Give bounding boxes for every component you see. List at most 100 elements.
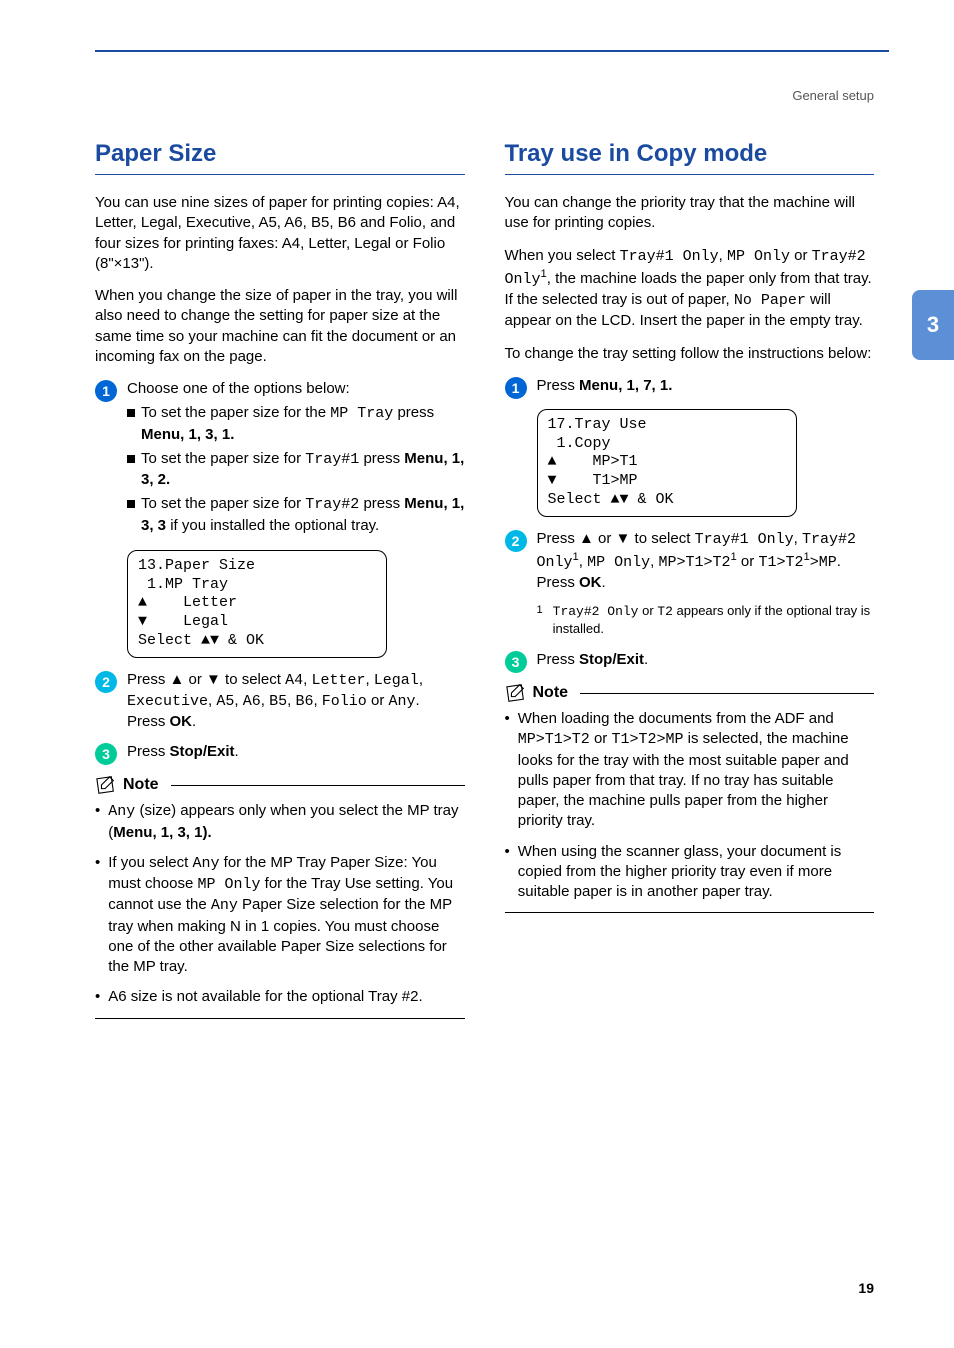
seq: , 1, 3, 1. [180,426,234,443]
step-badge-2: 2 [95,671,117,693]
t: , [579,553,587,570]
t: When loading the documents from the ADF … [518,710,834,727]
t: or [590,730,612,747]
code: MP Tray [330,405,393,422]
rule [95,1018,465,1019]
paragraph: When you select Tray#1 Only, MP Only or … [505,246,875,332]
code: A6 [243,693,261,710]
square-bullet-icon [127,500,135,508]
t: . [602,574,606,591]
sub-item: To set the paper size for Tray#2 press M… [127,494,465,536]
t: . [644,651,648,668]
right-column: Tray use in Copy mode You can change the… [505,140,875,1019]
t: . [192,713,196,730]
note-item: • Any (size) appears only when you selec… [95,801,465,843]
t: To set the paper size for [141,450,305,467]
code: Executive [127,693,208,710]
code: MP Only [587,554,650,571]
code: Any [108,803,135,820]
t: If you select [108,854,192,871]
t: or [367,692,389,709]
square-bullet-icon [127,455,135,463]
paragraph: To change the tray setting follow the in… [505,344,875,364]
seq: , 1, 3, 1). [152,824,211,841]
breadcrumb: General setup [792,88,874,103]
note-icon [95,775,117,795]
page-number: 19 [858,1280,874,1296]
t: Press ▲ or ▼ to select [127,671,285,688]
t: , [719,247,727,264]
t: or [790,247,812,264]
t: Press [127,713,170,730]
left-column: Paper Size You can use nine sizes of pap… [95,140,465,1019]
chapter-tab: 3 [912,290,954,360]
t: When using the scanner glass, your docum… [518,842,874,903]
code: B5 [269,693,287,710]
stop-exit-key: Stop/Exit [170,743,235,760]
menu-key: Menu [404,495,443,512]
code: Tray#1 Only [695,531,794,548]
code: A4 [285,672,303,689]
code: Folio [322,693,367,710]
code: Any [389,693,416,710]
t: Press [127,743,170,760]
code: Any [192,855,219,872]
step-2: 2 Press ▲ or ▼ to select A4, Letter, Leg… [95,670,465,733]
menu-key: Menu [404,450,443,467]
ok-key: OK [170,713,193,730]
note-block: Note • When loading the documents from t… [505,683,875,913]
code: Legal [374,672,419,689]
note-item: • A6 size is not available for the optio… [95,987,465,1007]
top-rule [95,50,889,52]
rule [171,785,465,786]
step-3: 3 Press Stop/Exit. [505,650,875,673]
t: When you select [505,247,620,264]
t: . [235,743,239,760]
code: MP [819,554,837,571]
t: press [359,450,404,467]
menu-key: Menu [579,377,618,394]
footnote-number: 1 [537,603,543,638]
step-badge-2: 2 [505,530,527,552]
code: MP>T1>T2 [658,554,730,571]
section-title-paper-size: Paper Size [95,140,465,175]
code: MP>T1>T2 [518,731,590,748]
code: No Paper [734,292,806,309]
t: if you installed the optional tray. [166,517,379,534]
code: Tray#1 [305,451,359,468]
t: , [794,530,802,547]
code: Tray#2 Only [553,604,639,619]
code: T2 [657,604,673,619]
code: Tray#2 [305,496,359,513]
t: Press ▲ or ▼ to select [537,530,695,547]
code: Tray#1 Only [620,248,719,265]
code: Letter [311,672,365,689]
code: A5 [216,693,234,710]
t: or [638,603,657,618]
rule [505,912,875,913]
note-title: Note [123,776,159,794]
footnote: 1 Tray#2 Only or T2 appears only if the … [537,603,875,638]
code: T1>T2 [758,554,803,571]
note-block: Note • Any (size) appears only when you … [95,775,465,1018]
rule [580,693,874,694]
step-1: 1 Choose one of the options below: To se… [95,379,465,540]
seq: , 1, 7, 1. [618,377,672,394]
t: A6 size is not available for the optiona… [108,987,422,1007]
t: press [359,495,404,512]
code: T1>T2>MP [611,731,683,748]
title-text: Tray use in Copy mode [505,140,768,167]
code: B6 [295,693,313,710]
t: or [737,553,759,570]
ok-key: OK [579,574,602,591]
code: MP Only [197,876,260,893]
paragraph: You can change the priority tray that th… [505,193,875,234]
note-item: • If you select Any for the MP Tray Pape… [95,853,465,978]
step-2: 2 Press ▲ or ▼ to select Tray#1 Only, Tr… [505,529,875,594]
note-item: • When using the scanner glass, your doc… [505,842,875,903]
step-badge-1: 1 [505,377,527,399]
code: MP Only [727,248,790,265]
title-text: Paper Size [95,140,216,167]
step-badge-3: 3 [505,651,527,673]
t: To set the paper size for the [141,404,330,421]
